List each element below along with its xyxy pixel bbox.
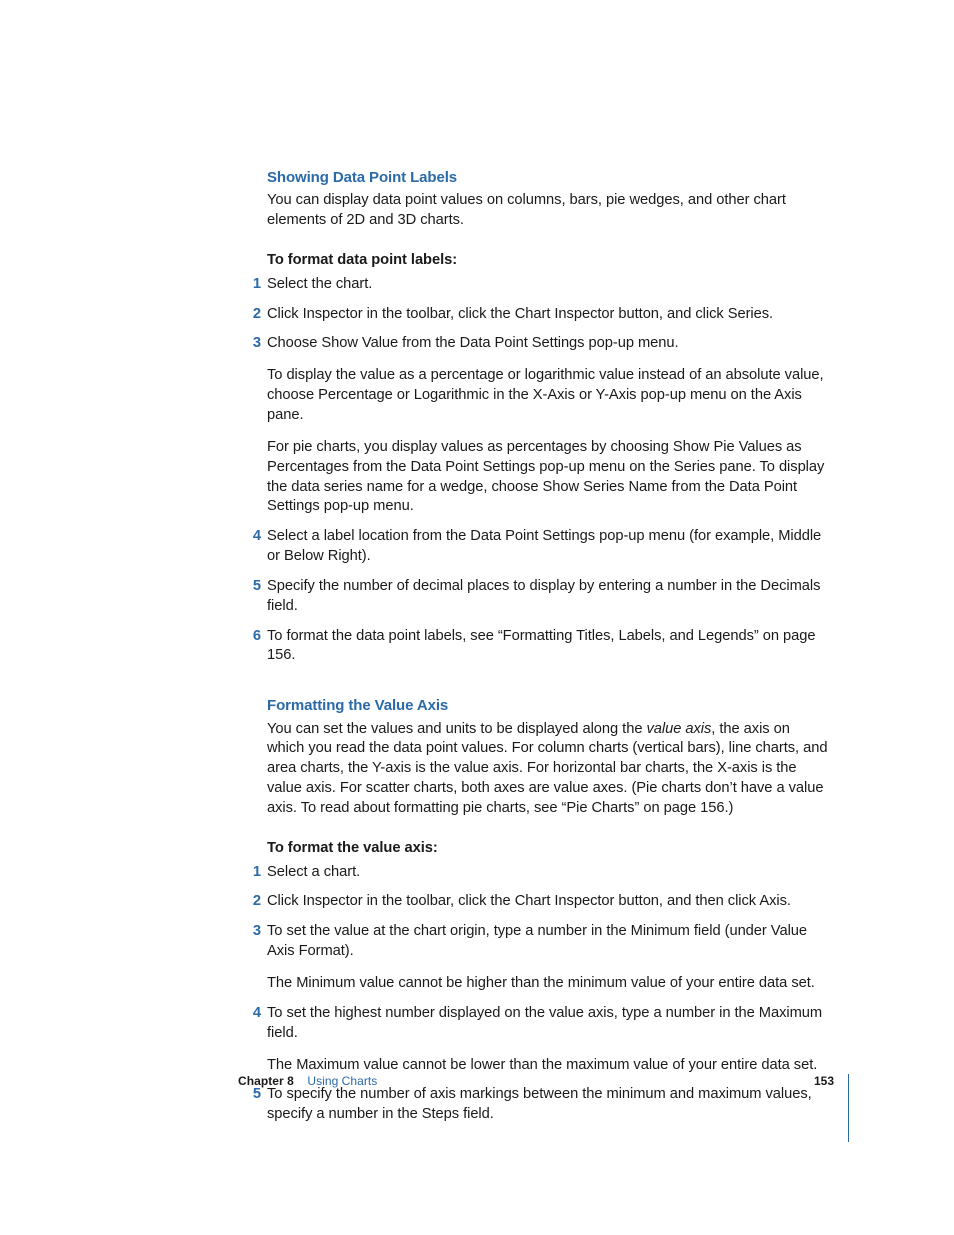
main-content: Showing Data Point Labels You can displa… — [267, 168, 829, 1149]
step-text: Click Inspector in the toolbar, click th… — [267, 305, 829, 325]
step-text: For pie charts, you display values as pe… — [267, 438, 829, 517]
step-2: Click Inspector in the toolbar, click th… — [267, 305, 829, 325]
procedure-heading: To format data point labels: — [267, 251, 829, 271]
step-5: Specify the number of decimal places to … — [267, 577, 829, 617]
page-number: 153 — [814, 1074, 834, 1088]
step-text: To set the highest number displayed on t… — [267, 1004, 829, 1044]
step-text: The Maximum value cannot be lower than t… — [267, 1056, 829, 1076]
step-6: To format the data point labels, see “Fo… — [267, 627, 829, 667]
section-showing-data-point-labels: Showing Data Point Labels You can displa… — [267, 168, 829, 666]
step-text: Specify the number of decimal places to … — [267, 577, 829, 617]
step-1: Select the chart. — [267, 275, 829, 295]
step-text: To format the data point labels, see “Fo… — [267, 627, 829, 667]
step-3: To set the value at the chart origin, ty… — [267, 922, 829, 994]
chapter-label: Chapter 8 — [238, 1074, 294, 1088]
procedure-heading: To format the value axis: — [267, 839, 829, 859]
step-text: Select the chart. — [267, 275, 829, 295]
step-4: To set the highest number displayed on t… — [267, 1004, 829, 1076]
step-3: Choose Show Value from the Data Point Se… — [267, 334, 829, 517]
page: Showing Data Point Labels You can displa… — [0, 0, 954, 1235]
intro-pre: You can set the values and units to be d… — [267, 721, 646, 737]
section-title: Showing Data Point Labels — [267, 168, 829, 188]
step-4: Select a label location from the Data Po… — [267, 527, 829, 567]
step-text: Choose Show Value from the Data Point Se… — [267, 334, 829, 354]
step-1: Select a chart. — [267, 863, 829, 883]
section-intro: You can set the values and units to be d… — [267, 720, 829, 819]
step-text: To set the value at the chart origin, ty… — [267, 922, 829, 962]
step-text: The Minimum value cannot be higher than … — [267, 974, 829, 994]
section-intro: You can display data point values on col… — [267, 191, 829, 231]
step-text: To display the value as a percentage or … — [267, 366, 829, 426]
step-text: Select a label location from the Data Po… — [267, 527, 829, 567]
step-text: Select a chart. — [267, 863, 829, 883]
section-title: Formatting the Value Axis — [267, 696, 829, 716]
step-2: Click Inspector in the toolbar, click th… — [267, 892, 829, 912]
intro-italic: value axis — [646, 721, 711, 737]
footer-left: Chapter 8 Using Charts — [238, 1074, 848, 1088]
chapter-title: Using Charts — [307, 1074, 377, 1088]
step-text: Click Inspector in the toolbar, click th… — [267, 892, 829, 912]
procedure-steps: Select the chart. Click Inspector in the… — [267, 275, 829, 667]
section-formatting-value-axis: Formatting the Value Axis You can set th… — [267, 696, 829, 1125]
page-footer: Chapter 8 Using Charts 153 — [238, 1074, 849, 1142]
